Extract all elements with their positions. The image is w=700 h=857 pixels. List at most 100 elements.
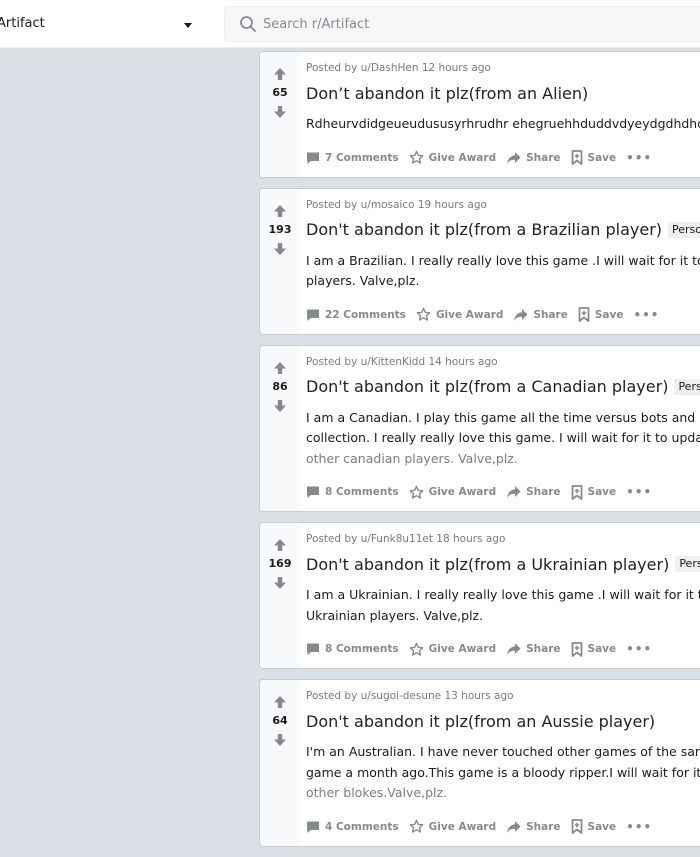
community-selector[interactable]: Artifact (0, 6, 208, 42)
downvote-button[interactable] (268, 100, 292, 124)
post-body-line: I am a Brazilian. I really really love t… (306, 252, 700, 268)
post-content: Posted by u/sugoi-desune 13 hours ago Do… (306, 680, 700, 846)
comments-button[interactable]: 8 Comments (306, 485, 399, 499)
search-input[interactable] (263, 7, 700, 41)
comments-button[interactable]: 8 Comments (306, 642, 399, 656)
post-actions: 22 Comments Give Award Share Save ••• (306, 300, 700, 330)
share-button[interactable]: Share (513, 308, 568, 322)
post-meta: Posted by u/DashHen 12 hours ago (306, 62, 491, 74)
upvote-button[interactable] (268, 62, 292, 86)
award-label: Give Award (435, 308, 504, 321)
caret-down-icon (184, 23, 192, 28)
post-title[interactable]: Don't abandon it plz(from a Canadian pla… (306, 377, 668, 396)
give-award-button[interactable]: Give Award (409, 642, 496, 657)
more-options-button[interactable]: ••• (626, 820, 652, 834)
give-award-button[interactable]: Give Award (409, 485, 496, 500)
share-button[interactable]: Share (506, 151, 561, 165)
vote-column: 64 (260, 680, 300, 846)
save-button[interactable]: Save (571, 819, 616, 834)
post-body-line: I am a Ukrainian. I really really love t… (306, 587, 700, 602)
save-button[interactable]: Save (571, 484, 617, 500)
post-title[interactable]: Don’t abandon it plz(from an Alien) (306, 84, 588, 103)
post-title[interactable]: Don't abandon it plz(from an Aussie play… (306, 712, 655, 731)
comment-icon (307, 486, 319, 498)
upvote-arrow-icon (274, 68, 286, 80)
post-title[interactable]: Don't abandon it plz(from a Ukrainian pl… (306, 555, 669, 574)
comment-icon (307, 643, 319, 655)
post-body-line: game a month ago.This game is a bloody r… (306, 764, 700, 780)
community-name: Artifact (0, 16, 45, 31)
post-card[interactable]: 86 Posted by u/KittenKidd 14 hours ago D… (259, 344, 700, 512)
more-options-button[interactable]: ••• (626, 151, 652, 165)
save-label: Save (587, 486, 617, 498)
bookmark-icon (571, 819, 582, 834)
share-button[interactable]: Share (506, 485, 561, 499)
downvote-button[interactable] (268, 571, 292, 595)
vote-column: 193 (260, 188, 300, 334)
vote-score: 86 (272, 379, 288, 393)
post-meta: Posted by u/Funk8u11et 18 hours ago (306, 533, 506, 545)
upvote-button[interactable] (268, 690, 292, 714)
post-body-line: I am a Canadian. I play this game all th… (306, 409, 700, 425)
bookmark-icon (571, 150, 582, 165)
bookmark-icon (571, 484, 582, 500)
comments-button[interactable]: 7 Comments (306, 151, 399, 165)
give-award-button[interactable]: Give Award (409, 150, 496, 165)
share-arrow-icon (507, 643, 521, 655)
post-flair: Personal (675, 556, 700, 572)
post-card[interactable]: 169 Posted by u/Funk8u11et 18 hours ago … (259, 522, 700, 669)
top-bar: Artifact (0, 0, 700, 48)
give-award-button[interactable]: Give Award (416, 307, 503, 322)
share-button[interactable]: Share (506, 820, 561, 834)
share-button[interactable]: Share (506, 642, 561, 656)
comments-count: 4 Comments (325, 820, 399, 833)
post-body: I am a Canadian. I play this game all th… (306, 408, 700, 470)
save-button[interactable]: Save (578, 307, 623, 322)
more-options-button[interactable]: ••• (626, 642, 652, 656)
comments-button[interactable]: 22 Comments (306, 308, 406, 322)
post-content: Posted by u/DashHen 12 hours ago Don’t a… (306, 52, 700, 177)
share-label: Share (526, 643, 561, 655)
downvote-button[interactable] (268, 237, 292, 261)
give-award-button[interactable]: Give Award (409, 819, 496, 834)
post-card[interactable]: 65 Posted by u/DashHen 12 hours ago Don’… (259, 51, 700, 178)
post-card[interactable]: 193 Posted by u/mosaico 19 hours ago Don… (259, 187, 700, 335)
bookmark-icon (578, 307, 590, 322)
upvote-arrow-icon (274, 539, 286, 551)
vote-column: 169 (260, 523, 300, 668)
upvote-button[interactable] (268, 356, 292, 380)
save-button[interactable]: Save (571, 150, 617, 165)
more-options-button[interactable]: ••• (626, 485, 652, 499)
comments-count: 22 Comments (325, 308, 406, 321)
post-body-line: Ukrainian players. Valve,plz. (306, 607, 484, 623)
award-label: Give Award (428, 151, 497, 164)
vote-score: 65 (272, 86, 288, 99)
save-button[interactable]: Save (571, 641, 616, 657)
post-flair: Personal (674, 378, 700, 395)
comments-button[interactable]: 4 Comments (306, 820, 399, 834)
downvote-button[interactable] (268, 728, 292, 752)
post-body: I'm an Australian. I have never touched … (306, 742, 700, 804)
vote-score: 193 (268, 222, 292, 236)
award-icon (409, 819, 424, 833)
post-content: Posted by u/Funk8u11et 18 hours ago Don'… (306, 523, 700, 668)
post-title[interactable]: Don't abandon it plz(from a Brazilian pl… (306, 220, 662, 239)
more-options-button[interactable]: ••• (633, 308, 659, 322)
post-body-faded-line: other blokes.Valve,plz. (306, 785, 448, 800)
post-body-line: collection. I really really love this ga… (306, 430, 700, 445)
post-body: Rdheurvdidgeueudususyrhrudhr ehegruehhdu… (306, 114, 700, 135)
award-icon (416, 307, 431, 321)
upvote-button[interactable] (268, 533, 292, 557)
post-body: I am a Ukrainian. I really really love t… (306, 585, 700, 626)
award-icon (409, 485, 424, 499)
downvote-arrow-icon (274, 399, 286, 412)
search-box[interactable] (224, 6, 700, 42)
post-body-line: players. Valve,plz. (306, 273, 420, 288)
share-arrow-icon (507, 820, 521, 833)
title-row: Don't abandon it plz(from an Aussie play… (306, 708, 700, 734)
upvote-button[interactable] (268, 199, 292, 223)
downvote-button[interactable] (268, 394, 292, 418)
save-label: Save (587, 151, 617, 164)
post-card[interactable]: 64 Posted by u/sugoi-desune 13 hours ago… (259, 679, 700, 847)
downvote-arrow-icon (274, 577, 286, 589)
